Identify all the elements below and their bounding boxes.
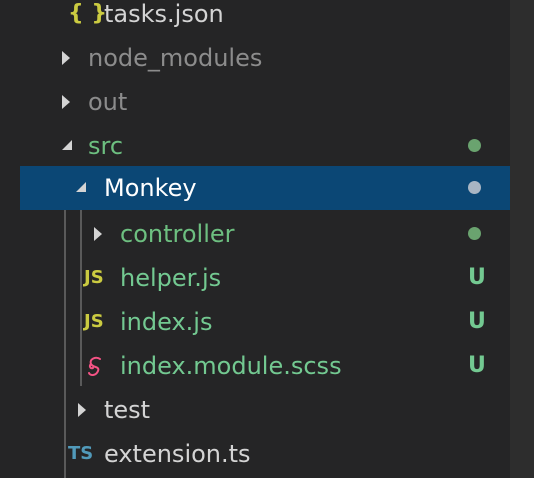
- git-untracked-badge: U: [468, 309, 486, 334]
- chevron-right-icon[interactable]: [76, 388, 90, 432]
- tree-item-index-module-scss[interactable]: index.module.scss U: [0, 344, 510, 388]
- tree-item-extension-ts[interactable]: TS extension.ts: [0, 432, 510, 476]
- git-status-dot: [468, 139, 481, 152]
- tree-item-label: index.js: [120, 308, 213, 336]
- git-status-dot: [468, 227, 481, 240]
- tree-item-monkey[interactable]: Monkey: [20, 166, 510, 210]
- tree-item-label: controller: [120, 220, 235, 248]
- chevron-right-icon[interactable]: [60, 36, 74, 80]
- js-file-icon: JS: [84, 311, 104, 332]
- tree-item-label: Monkey: [104, 174, 197, 202]
- tree-item-label: tasks.json: [104, 0, 224, 28]
- tree-item-label: node_modules: [88, 44, 263, 72]
- git-untracked-badge: U: [468, 265, 486, 290]
- chevron-right-icon[interactable]: [60, 80, 74, 124]
- tree-item-node-modules[interactable]: node_modules: [0, 36, 510, 80]
- git-untracked-badge: U: [468, 353, 486, 378]
- tree-item-label: index.module.scss: [120, 352, 342, 380]
- tree-item-tasks-json[interactable]: { } tasks.json: [0, 0, 510, 36]
- json-file-icon: { }: [68, 1, 107, 26]
- ts-file-icon: TS: [68, 443, 94, 464]
- tree-item-label: src: [88, 132, 124, 160]
- chevron-right-icon[interactable]: [92, 212, 106, 256]
- scss-file-icon: [88, 356, 101, 377]
- file-explorer: { } tasks.json node_modules out src Monk…: [0, 0, 534, 478]
- tree-item-controller[interactable]: controller: [0, 212, 510, 256]
- tree-item-src[interactable]: src: [0, 124, 510, 168]
- tree-item-index-js[interactable]: JS index.js U: [0, 300, 510, 344]
- tree-item-out[interactable]: out: [0, 80, 510, 124]
- js-file-icon: JS: [84, 267, 104, 288]
- git-status-dot: [468, 181, 481, 194]
- tree-item-test[interactable]: test: [0, 388, 510, 432]
- chevron-down-icon[interactable]: [76, 166, 90, 210]
- tree-item-label: helper.js: [120, 264, 222, 292]
- tree-item-label: test: [104, 396, 151, 424]
- tree-item-label: out: [88, 88, 128, 116]
- chevron-down-icon[interactable]: [62, 124, 76, 168]
- tree-item-helper-js[interactable]: JS helper.js U: [0, 256, 510, 300]
- tree-item-label: extension.ts: [104, 440, 251, 468]
- scrollbar-gutter[interactable]: [510, 0, 534, 478]
